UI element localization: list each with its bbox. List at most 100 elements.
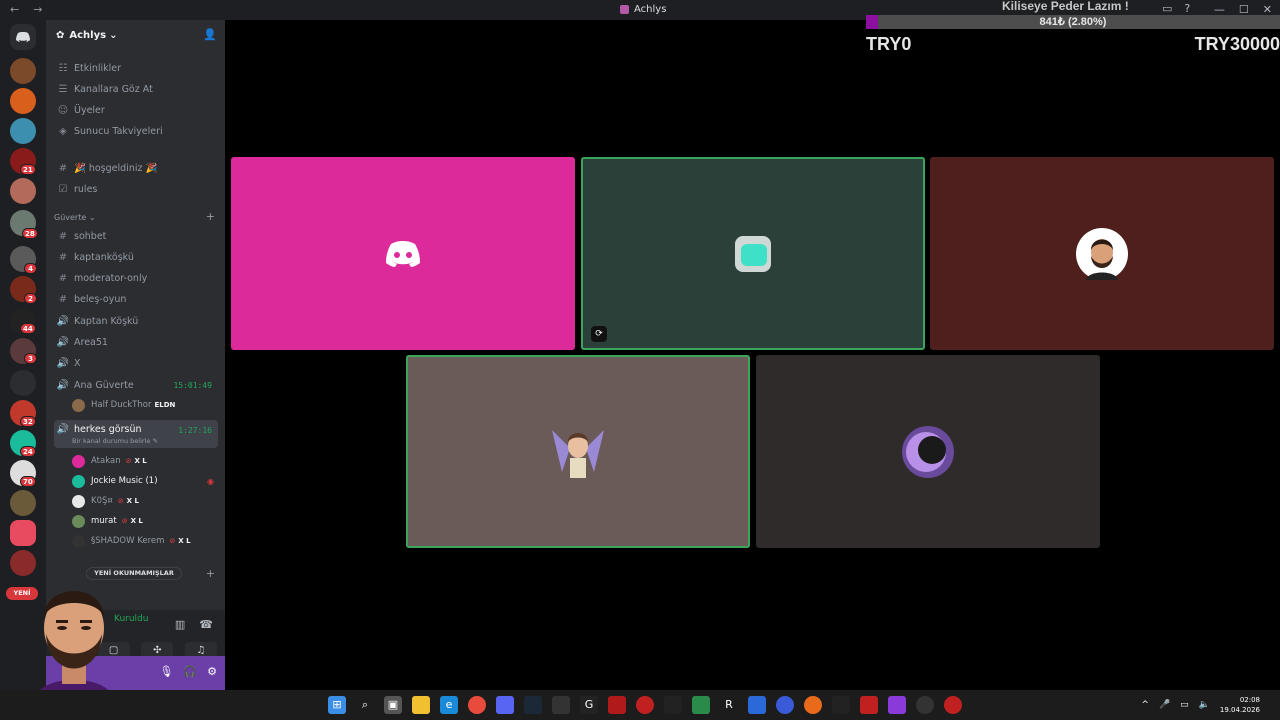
nav-members[interactable]: ☺ Üyeler — [54, 100, 218, 120]
channel-label: Ana Güverte — [74, 379, 134, 391]
avatar — [72, 534, 85, 548]
forward-icon[interactable]: → — [33, 3, 42, 16]
server-avatar[interactable] — [10, 118, 36, 144]
app-icon[interactable] — [832, 696, 850, 714]
channel-item[interactable]: # beleş-oyun — [54, 289, 218, 309]
noise-suppression-icon[interactable]: ▥ — [175, 618, 185, 631]
nav-events[interactable]: ☷ Etkinlikler — [54, 58, 218, 78]
nav-server-boosts[interactable]: ◈ Sunucu Takviyeleri — [54, 121, 218, 141]
active-voice-channel[interactable]: 🔊 herkes görsün 1:27:16 Bir kanal durumu… — [54, 420, 218, 448]
category-header[interactable]: Güverte ⌄ — [54, 213, 96, 222]
avatar — [727, 227, 779, 280]
channel-rules[interactable]: ☑ rules — [54, 179, 218, 199]
avatar — [72, 398, 85, 412]
add-member-icon[interactable]: 👤 — [203, 28, 217, 41]
chevron-up-icon[interactable]: ^ — [1141, 700, 1149, 710]
voice-user[interactable]: K0Ş¤ ⊘ X L — [72, 492, 218, 510]
donation-max: TRY30000 — [1194, 34, 1280, 54]
app-icon[interactable] — [888, 696, 906, 714]
firefox-icon[interactable] — [804, 696, 822, 714]
edge-icon[interactable]: e — [440, 696, 458, 714]
app-icon[interactable] — [776, 696, 794, 714]
settings-icon[interactable]: ⚙ — [207, 665, 217, 678]
voice-channel-item[interactable]: 🔊 Kaptan Köşkü — [54, 311, 218, 331]
opera-icon[interactable] — [636, 696, 654, 714]
app-icon[interactable] — [552, 696, 570, 714]
stream-icon[interactable]: ⟳ — [591, 326, 607, 342]
voice-channel-item[interactable]: 🔊 Area51 — [54, 332, 218, 352]
add-channel-icon[interactable]: + — [206, 210, 215, 223]
voice-channel-item[interactable]: 🔊 Ana Güverte 15:01:49 — [54, 375, 218, 395]
boost-icon: ◈ — [59, 125, 67, 137]
volume-icon[interactable]: 🔈 — [1199, 700, 1210, 710]
voice-user[interactable]: Jockie Music (1) ◉ — [72, 472, 218, 490]
voice-user[interactable]: murat ⊘ X L — [72, 512, 218, 530]
app-icon[interactable]: G — [580, 696, 598, 714]
folder-icon[interactable] — [10, 370, 36, 396]
participant-tile[interactable] — [406, 355, 750, 548]
nav-label: Kanallara Göz At — [74, 83, 153, 95]
opera-gx-icon[interactable] — [944, 696, 962, 714]
mention-badge: 24 — [20, 446, 36, 457]
start-icon[interactable]: ⊞ — [328, 696, 346, 714]
app-icon[interactable] — [916, 696, 934, 714]
microphone-icon[interactable]: 🎙 — [159, 665, 173, 678]
voice-channel-item[interactable]: 🔊 X — [54, 353, 218, 373]
search-icon[interactable]: ⌕ — [356, 696, 374, 714]
voice-user[interactable]: Atakan ⊘ X L — [72, 452, 218, 470]
window-title: Achlys — [620, 4, 666, 15]
mention-badge: 21 — [20, 164, 36, 175]
app-icon[interactable] — [692, 696, 710, 714]
participant-tile[interactable] — [756, 355, 1100, 548]
channel-item[interactable]: # moderator-only — [54, 268, 218, 288]
back-icon[interactable]: ← — [10, 3, 19, 16]
server-guild-icon: ✿ — [56, 29, 65, 41]
chrome-icon[interactable] — [468, 696, 486, 714]
voice-user-name: Jockie Music (1) — [91, 476, 158, 486]
discord-home-icon[interactable] — [10, 24, 36, 50]
speaker-icon: 🔊 — [56, 336, 70, 348]
nav-browse-channels[interactable]: ☰ Kanallara Göz At — [54, 79, 218, 99]
channel-label: rules — [74, 183, 98, 195]
network-icon[interactable]: ▭ — [1180, 700, 1189, 710]
steam-icon[interactable] — [524, 696, 542, 714]
voice-user[interactable]: Half DuckThor ELDN — [72, 396, 218, 414]
headphones-icon[interactable]: 🎧 — [183, 665, 197, 678]
clock-date: 19.04.2026 — [1219, 706, 1260, 714]
app-icon[interactable] — [860, 696, 878, 714]
channel-welcome[interactable]: # 🎉 hoşgeldiniz 🎉 — [54, 158, 218, 178]
app-icon[interactable] — [664, 696, 682, 714]
app-icon[interactable]: R — [720, 696, 738, 714]
server-avatar[interactable] — [10, 520, 36, 546]
mention-badge: 44 — [20, 323, 36, 334]
photos-icon[interactable] — [748, 696, 766, 714]
app-icon[interactable] — [608, 696, 626, 714]
channel-status[interactable]: Bir kanal durumu belirle ✎ — [72, 437, 158, 445]
voice-user[interactable]: §SHADOW Kerem ⊘ X L — [72, 532, 218, 550]
discord-icon[interactable] — [496, 696, 514, 714]
nav-label: Sunucu Takviyeleri — [74, 125, 163, 137]
task-view-icon[interactable]: ▣ — [384, 696, 402, 714]
clock[interactable]: 02:08 19.04.2026 — [1220, 695, 1260, 715]
participant-tile[interactable] — [930, 157, 1274, 350]
disconnect-icon[interactable]: ☎ — [199, 618, 213, 631]
server-avatar[interactable] — [10, 88, 36, 114]
voice-user-name: murat — [91, 516, 117, 526]
speaker-icon: 🔊 — [56, 315, 70, 327]
donation-min: TRY0 — [866, 34, 912, 54]
server-avatar[interactable] — [10, 490, 36, 516]
channel-item[interactable]: # sohbet — [54, 226, 218, 246]
list-icon: ☰ — [58, 83, 68, 95]
channel-item[interactable]: # kaptanköşkü — [54, 247, 218, 267]
voice-user-name: Atakan — [91, 456, 121, 466]
channel-label: moderator-only — [74, 272, 148, 284]
participant-tile[interactable]: ⟳ — [581, 157, 925, 350]
server-avatar[interactable] — [10, 178, 36, 204]
mention-badge: 4 — [24, 263, 37, 274]
add-channel-icon[interactable]: + — [206, 567, 215, 580]
server-avatar[interactable] — [10, 58, 36, 84]
participant-tile[interactable] — [231, 157, 575, 350]
file-explorer-icon[interactable] — [412, 696, 430, 714]
server-header[interactable]: ✿ Achlys ⌄ 👤 — [46, 20, 225, 50]
microphone-icon[interactable]: 🎤 — [1159, 700, 1170, 710]
